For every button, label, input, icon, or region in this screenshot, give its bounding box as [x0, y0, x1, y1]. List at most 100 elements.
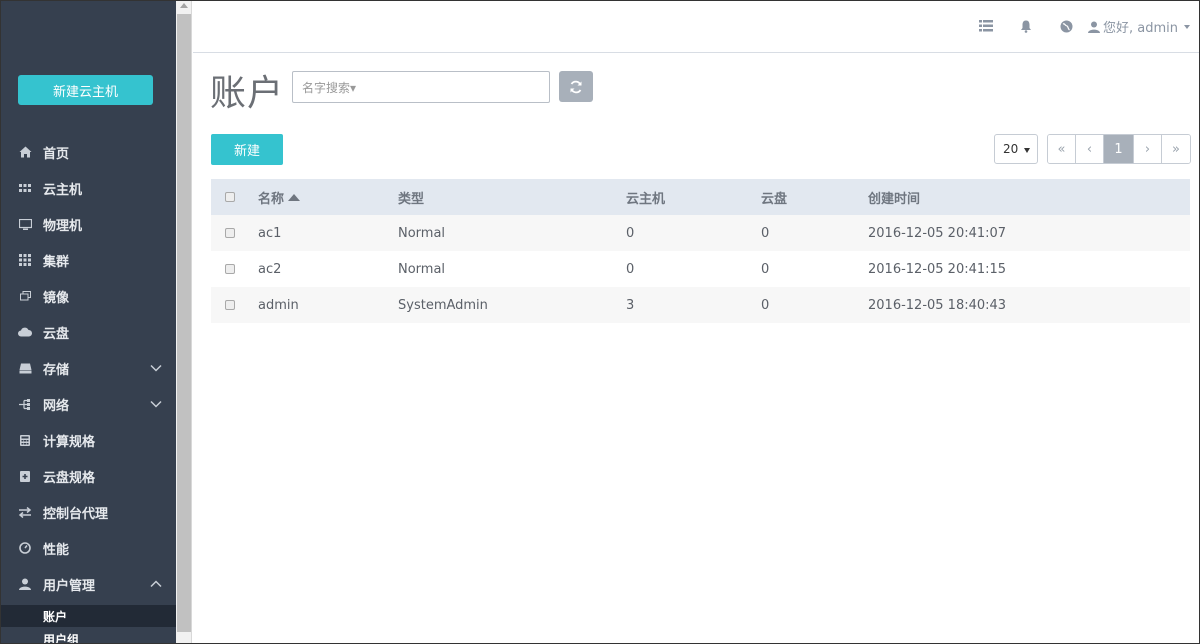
image-icon — [17, 291, 33, 301]
user-greeting: 您好, admin — [1103, 21, 1178, 36]
monitor-icon — [17, 218, 33, 230]
first-page-button[interactable]: « — [1048, 135, 1076, 163]
user-icon — [17, 578, 33, 590]
sidebar-item-label: 网络 — [43, 398, 70, 414]
scroll-up-arrow-icon[interactable] — [180, 3, 188, 8]
column-header-disks: 云盘 — [761, 191, 788, 207]
grid-icon — [17, 254, 33, 266]
sidebar-item-vm[interactable]: 云主机 — [0, 170, 176, 206]
current-page-button[interactable]: 1 — [1104, 135, 1134, 163]
new-vm-button[interactable]: 新建云主机 — [18, 75, 153, 105]
sidebar-item-home[interactable]: 首页 — [0, 134, 176, 170]
sidebar-item-label: 云主机 — [43, 182, 83, 198]
cell-type: SystemAdmin — [398, 297, 488, 313]
sidebar-item-disk-offering[interactable]: 云盘规格 — [0, 458, 176, 494]
refresh-icon — [570, 80, 582, 93]
bell-icon[interactable] — [1018, 18, 1034, 34]
sidebar-item-label: 性能 — [43, 542, 70, 558]
sidebar-item-label: 镜像 — [43, 290, 70, 306]
sidebar-item-label: 云盘规格 — [43, 470, 96, 486]
disk-plus-icon — [17, 470, 33, 482]
list-icon[interactable] — [978, 18, 994, 34]
sidebar-item-host[interactable]: 物理机 — [0, 206, 176, 242]
row-checkbox[interactable] — [225, 300, 235, 310]
sidebar-item-label: 控制台代理 — [43, 506, 109, 522]
pagination: « ‹ 1 › » — [1047, 134, 1191, 164]
page-size-value: 20 — [1003, 142, 1019, 156]
caret-down-icon — [1024, 148, 1030, 153]
network-icon — [17, 398, 33, 410]
cell-disks: 0 — [761, 225, 770, 241]
column-header-created: 创建时间 — [868, 191, 921, 207]
cell-disks: 0 — [761, 261, 770, 277]
cell-created: 2016-12-05 20:41:15 — [868, 261, 1007, 277]
sidebar-item-label: 集群 — [43, 254, 70, 270]
row-checkbox[interactable] — [225, 264, 235, 274]
vm-icon — [17, 184, 33, 192]
cell-name[interactable]: ac2 — [258, 251, 281, 287]
accounts-table: 名称 类型 云主机 云盘 创建时间 ac1 Normal 0 0 2016-12… — [211, 179, 1190, 323]
sidebar-subitem-label: 账户 — [43, 609, 68, 624]
cell-vms: 3 — [626, 297, 635, 313]
sidebar-subitem-label: 用户组 — [43, 632, 80, 644]
page-size-select[interactable]: 20 — [994, 134, 1038, 164]
table-row[interactable]: ac2 Normal 0 0 2016-12-05 20:41:15 — [211, 251, 1190, 287]
page-title: 账户 — [210, 73, 285, 114]
last-page-button[interactable]: » — [1162, 135, 1190, 163]
table-row[interactable]: admin SystemAdmin 3 0 2016-12-05 18:40:4… — [211, 287, 1190, 323]
chevron-up-icon[interactable] — [150, 578, 162, 590]
cell-name[interactable]: ac1 — [258, 215, 281, 251]
sidebar-item-user-management[interactable]: 用户管理 — [0, 566, 176, 602]
chevron-down-icon[interactable] — [150, 398, 162, 410]
scrollbar-thumb[interactable] — [177, 14, 191, 632]
sidebar-item-cluster[interactable]: 集群 — [0, 242, 176, 278]
sidebar-item-label: 存储 — [43, 362, 70, 378]
sidebar-item-label: 用户管理 — [43, 578, 96, 594]
cell-type: Normal — [398, 261, 446, 277]
cell-vms: 0 — [626, 261, 635, 277]
sidebar-item-image[interactable]: 镜像 — [0, 278, 176, 314]
calculator-icon — [17, 434, 33, 446]
column-header-name[interactable]: 名称 — [258, 179, 301, 215]
next-page-button[interactable]: › — [1134, 135, 1162, 163]
table-row[interactable]: ac1 Normal 0 0 2016-12-05 20:41:07 — [211, 215, 1190, 251]
row-checkbox[interactable] — [225, 228, 235, 238]
column-header-vms: 云主机 — [626, 191, 666, 207]
sidebar-item-volume[interactable]: 云盘 — [0, 314, 176, 350]
user-icon — [1088, 21, 1100, 33]
globe-icon[interactable] — [1058, 18, 1074, 34]
select-all-checkbox[interactable] — [225, 192, 235, 202]
dashboard-icon — [17, 542, 33, 554]
sidebar: 新建云主机 首页 云主机 物理机 集群 镜像 云盘 存储 网络 计算规格 云盘规… — [0, 0, 176, 644]
caret-down-icon — [1184, 24, 1190, 29]
cell-type: Normal — [398, 225, 446, 241]
sidebar-item-label: 云盘 — [43, 326, 70, 342]
chevron-down-icon[interactable] — [150, 362, 162, 374]
cloud-icon — [17, 327, 33, 337]
user-menu[interactable]: 您好, admin — [1088, 17, 1190, 36]
prev-page-button[interactable]: ‹ — [1076, 135, 1104, 163]
column-header-label: 名称 — [258, 191, 285, 207]
sidebar-item-instance-offering[interactable]: 计算规格 — [0, 422, 176, 458]
sidebar-item-console-proxy[interactable]: 控制台代理 — [0, 494, 176, 530]
create-account-button[interactable]: 新建 — [211, 134, 283, 165]
cell-name[interactable]: admin — [258, 287, 299, 323]
sidebar-subitem-user-group[interactable]: 用户组 — [0, 628, 176, 644]
sidebar-item-network[interactable]: 网络 — [0, 386, 176, 422]
sidebar-item-storage[interactable]: 存储 — [0, 350, 176, 386]
sidebar-item-performance[interactable]: 性能 — [0, 530, 176, 566]
cell-vms: 0 — [626, 225, 635, 241]
sidebar-item-label: 首页 — [43, 146, 70, 162]
refresh-button[interactable] — [559, 71, 593, 102]
search-input[interactable]: 名字搜索▾ — [292, 71, 550, 103]
sidebar-item-label: 计算规格 — [43, 434, 96, 450]
sidebar-scrollbar[interactable] — [176, 0, 192, 644]
sidebar-subitem-account[interactable]: 账户 — [0, 605, 176, 627]
cell-created: 2016-12-05 20:41:07 — [868, 225, 1007, 241]
table-header-row: 名称 类型 云主机 云盘 创建时间 — [211, 179, 1190, 215]
sidebar-item-label: 物理机 — [43, 218, 83, 234]
top-bar: 您好, admin — [193, 0, 1200, 53]
sort-ascending-icon — [288, 193, 301, 201]
search-placeholder: 名字搜索▾ — [302, 80, 357, 95]
home-icon — [17, 146, 33, 158]
